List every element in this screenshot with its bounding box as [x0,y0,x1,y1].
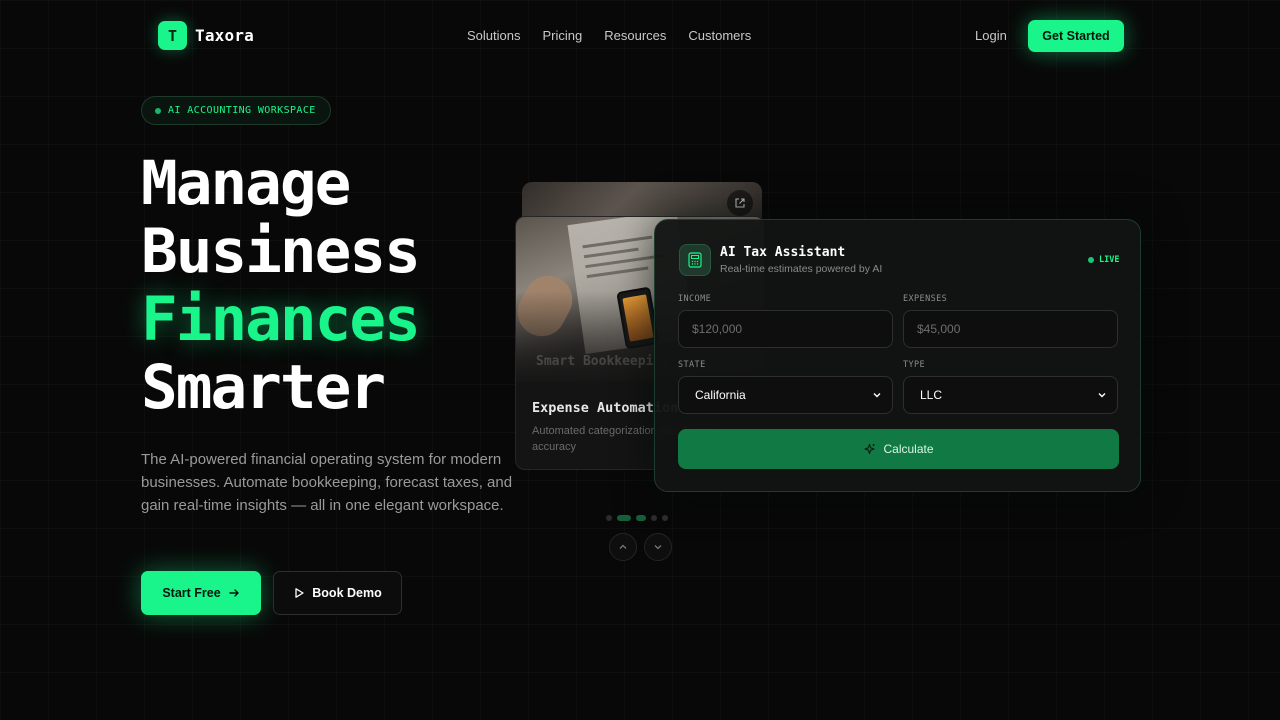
headline-line-3-accent: Finances [141,284,421,355]
start-free-button[interactable]: Start Free [141,571,261,615]
ai-tax-assistant-panel: AI Tax Assistant Real-time estimates pow… [654,219,1141,492]
nav-links: Solutions Pricing Resources Customers [467,28,751,43]
badge-dot [155,107,161,114]
logo[interactable]: T Taxora [158,21,254,50]
chevron-down-icon [1098,393,1106,398]
sparkle-icon [864,443,876,454]
state-select[interactable]: California [678,376,893,414]
income-label: INCOME [678,294,712,304]
headline-line-4: Smarter [141,352,386,423]
brand-name: Taxora [195,26,254,45]
live-dot [1088,257,1094,263]
get-started-button[interactable]: Get Started [1028,20,1124,52]
carousel-dot[interactable] [636,515,646,521]
expenses-input[interactable]: $45,000 [903,310,1118,348]
hero-headline: Manage Business Finances Smarter [141,148,421,423]
nav-link-pricing[interactable]: Pricing [542,28,582,43]
type-label: TYPE [903,360,926,370]
external-link-icon[interactable] [727,190,753,216]
book-demo-button[interactable]: Book Demo [273,571,402,615]
top-nav: T Taxora Solutions Pricing Resources Cus… [0,0,1280,72]
hero-description: The AI-powered financial operating syste… [141,451,513,514]
live-label: LIVE [1099,255,1120,265]
income-input[interactable]: $120,000 [678,310,893,348]
logo-mark: T [158,21,187,50]
expenses-label: EXPENSES [903,294,948,304]
carousel-dots [606,515,668,521]
login-link[interactable]: Login [975,28,1007,43]
nav-link-solutions[interactable]: Solutions [467,28,520,43]
carousel-dot[interactable] [651,515,657,521]
chevron-down-icon [654,545,662,550]
carousel-prev-button[interactable] [609,533,637,561]
play-icon [295,588,304,598]
nav-link-resources[interactable]: Resources [604,28,666,43]
chevron-down-icon [873,393,881,398]
ai-panel-subtitle: Real-time estimates powered by AI [720,263,883,275]
book-demo-label: Book Demo [312,586,382,600]
type-value: LLC [920,388,943,402]
calculate-label: Calculate [883,442,934,456]
nav-link-customers[interactable]: Customers [688,28,751,43]
headline-line-1: Manage [141,148,351,219]
state-label: STATE [678,360,706,370]
type-select[interactable]: LLC [903,376,1118,414]
carousel-dot-active[interactable] [617,515,631,521]
calculator-icon [679,244,711,276]
chevron-up-icon [619,544,627,549]
start-free-label: Start Free [162,586,221,600]
ghost-card-title: Smart Bookkeeping [536,354,670,369]
carousel-dot[interactable] [606,515,612,521]
carousel-dot[interactable] [662,515,668,521]
carousel-next-button[interactable] [644,533,672,561]
headline-line-2: Business [141,216,421,287]
arrow-right-icon [228,589,239,597]
badge-label: AI ACCOUNTING WORKSPACE [168,105,316,116]
state-value: California [695,388,746,402]
ai-panel-title: AI Tax Assistant [720,245,846,260]
live-badge: LIVE [1088,255,1119,265]
hero-badge: AI ACCOUNTING WORKSPACE [141,96,331,125]
calculate-button[interactable]: Calculate [678,429,1119,469]
